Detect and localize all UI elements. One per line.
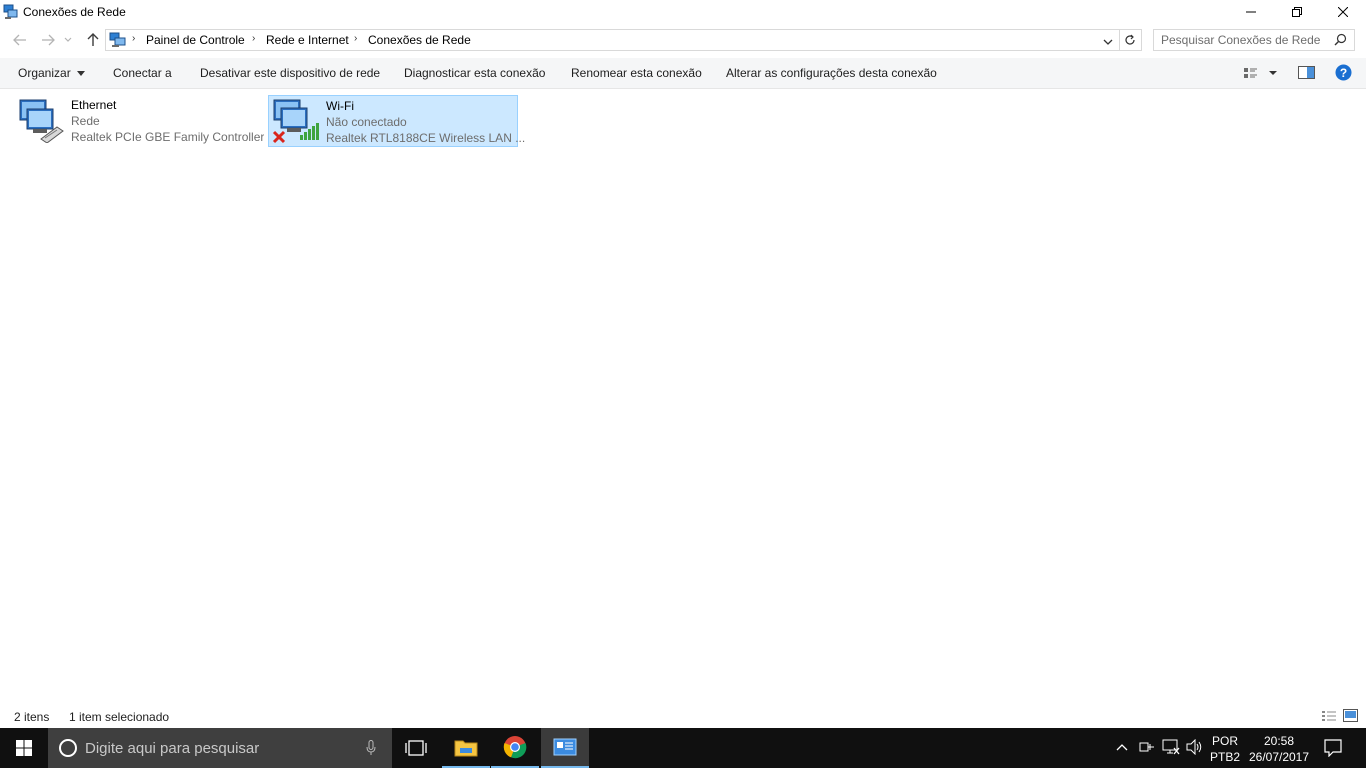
device-tray-button[interactable] [1139, 740, 1155, 757]
item-status: Não conectado [326, 115, 407, 129]
organize-label: Organizar [18, 66, 71, 80]
network-disconnected-icon [1162, 739, 1180, 755]
connection-item-ethernet[interactable]: Ethernet Rede Realtek PCIe GBE Family Co… [14, 95, 264, 145]
microphone-icon[interactable] [366, 740, 376, 759]
chevron-up-icon [1116, 744, 1128, 751]
address-dropdown-button[interactable] [1103, 35, 1113, 49]
minimize-icon [1246, 11, 1256, 13]
arrow-right-icon [42, 34, 55, 46]
title-bar: Conexões de Rede [0, 0, 1366, 24]
help-button[interactable]: ? [1335, 64, 1352, 84]
item-device: Realtek RTL8188CE Wireless LAN ... [326, 131, 526, 145]
clock-date: 26/07/2017 [1248, 750, 1310, 764]
connect-to-button[interactable]: Conectar a [113, 66, 172, 80]
item-name: Wi-Fi [326, 99, 354, 113]
restore-icon [1292, 7, 1302, 17]
windows-logo-icon [16, 740, 32, 756]
breadcrumb-control-panel[interactable]: Painel de Controle [146, 33, 245, 47]
start-button[interactable] [0, 728, 48, 768]
taskbar: Digite aqui para pesquisar POR PTB2 20:5… [0, 728, 1366, 768]
breadcrumb-network-connections[interactable]: Conexões de Rede [368, 33, 471, 47]
ethernet-adapter-icon [17, 97, 65, 144]
connection-item-wifi[interactable]: Wi-Fi Não conectado Realtek RTL8188CE Wi… [268, 95, 525, 147]
control-panel-icon [109, 31, 127, 49]
task-view-icon [405, 740, 427, 756]
show-hidden-icons-button[interactable] [1116, 740, 1128, 754]
back-button[interactable] [9, 31, 31, 49]
item-name: Ethernet [71, 98, 117, 112]
close-icon [1338, 7, 1348, 17]
preview-pane-icon [1298, 66, 1315, 79]
search-placeholder: Pesquisar Conexões de Rede [1161, 33, 1321, 47]
refresh-icon [1125, 34, 1135, 45]
window-title: Conexões de Rede [23, 5, 126, 19]
item-device: Realtek PCIe GBE Family Controller [71, 130, 265, 144]
taskbar-search-placeholder: Digite aqui para pesquisar [85, 740, 260, 757]
large-icons-view-button[interactable] [1343, 709, 1358, 725]
arrow-left-icon [13, 34, 26, 46]
disable-device-button[interactable]: Desativar este dispositivo de rede [200, 66, 380, 80]
recent-locations-button[interactable] [61, 31, 75, 49]
close-button[interactable] [1320, 0, 1366, 24]
chevron-down-icon [1103, 39, 1113, 45]
breadcrumb-separator-icon[interactable]: › [252, 33, 255, 44]
keyboard-layout: PTB2 [1210, 750, 1241, 764]
arrow-up-icon [87, 33, 99, 46]
breadcrumb-separator-icon[interactable]: › [132, 33, 135, 44]
breadcrumb-separator-icon[interactable]: › [354, 33, 357, 44]
refresh-button[interactable] [1119, 29, 1142, 51]
notification-icon [1324, 739, 1342, 758]
help-icon: ? [1335, 64, 1352, 81]
volume-tray-button[interactable] [1186, 738, 1204, 758]
command-bar: Organizar Conectar a Desativar este disp… [0, 58, 1366, 89]
network-folder-icon [3, 4, 19, 20]
diagnose-connection-button[interactable]: Diagnosticar esta conexão [404, 66, 545, 80]
disconnected-x-icon [272, 130, 286, 144]
rename-connection-button[interactable]: Renomear esta conexão [571, 66, 702, 80]
item-count: 2 itens [14, 710, 50, 724]
search-icon [1334, 33, 1347, 49]
large-icons-view-icon [1343, 709, 1358, 722]
cortana-icon [58, 738, 78, 761]
view-options-button[interactable] [1243, 66, 1279, 83]
network-connections-taskbar-button[interactable] [541, 728, 589, 768]
device-icon [1139, 742, 1154, 752]
task-view-button[interactable] [392, 728, 440, 768]
item-status: Rede [71, 114, 100, 128]
chrome-taskbar-button[interactable] [491, 728, 539, 768]
caret-down-icon [77, 71, 86, 77]
chrome-icon [503, 736, 527, 759]
speaker-icon [1186, 738, 1202, 756]
restore-button[interactable] [1274, 0, 1320, 24]
action-center-button[interactable] [1324, 739, 1342, 760]
forward-button[interactable] [37, 31, 59, 49]
details-view-button[interactable] [1321, 710, 1337, 725]
svg-text:?: ? [1340, 66, 1347, 80]
clock-time: 20:58 [1263, 734, 1295, 748]
folder-icon [454, 740, 478, 757]
selection-count: 1 item selecionado [69, 710, 170, 724]
chevron-down-icon [64, 37, 72, 42]
breadcrumb-network-internet[interactable]: Rede e Internet [266, 33, 349, 47]
preview-pane-button[interactable] [1298, 66, 1315, 82]
clock-button[interactable]: 20:58 26/07/2017 [1246, 733, 1312, 765]
organize-button[interactable]: Organizar [18, 66, 86, 80]
details-view-icon [1322, 711, 1336, 721]
input-language-button[interactable]: POR PTB2 [1210, 733, 1240, 765]
network-tray-button[interactable] [1162, 739, 1180, 758]
taskbar-search-input[interactable]: Digite aqui para pesquisar [48, 728, 392, 768]
search-input[interactable]: Pesquisar Conexões de Rede [1153, 29, 1355, 51]
change-settings-button[interactable]: Alterar as configurações desta conexão [726, 66, 937, 80]
up-button[interactable] [82, 31, 104, 49]
language-code: POR [1211, 734, 1238, 748]
file-explorer-taskbar-button[interactable] [442, 728, 490, 768]
status-bar: 2 itens 1 item selecionado [0, 706, 1366, 728]
address-bar[interactable]: › Painel de Controle › Rede e Internet ›… [105, 29, 1120, 51]
minimize-button[interactable] [1228, 0, 1274, 24]
view-details-icon [1244, 68, 1277, 78]
network-connections-icon [553, 738, 577, 756]
